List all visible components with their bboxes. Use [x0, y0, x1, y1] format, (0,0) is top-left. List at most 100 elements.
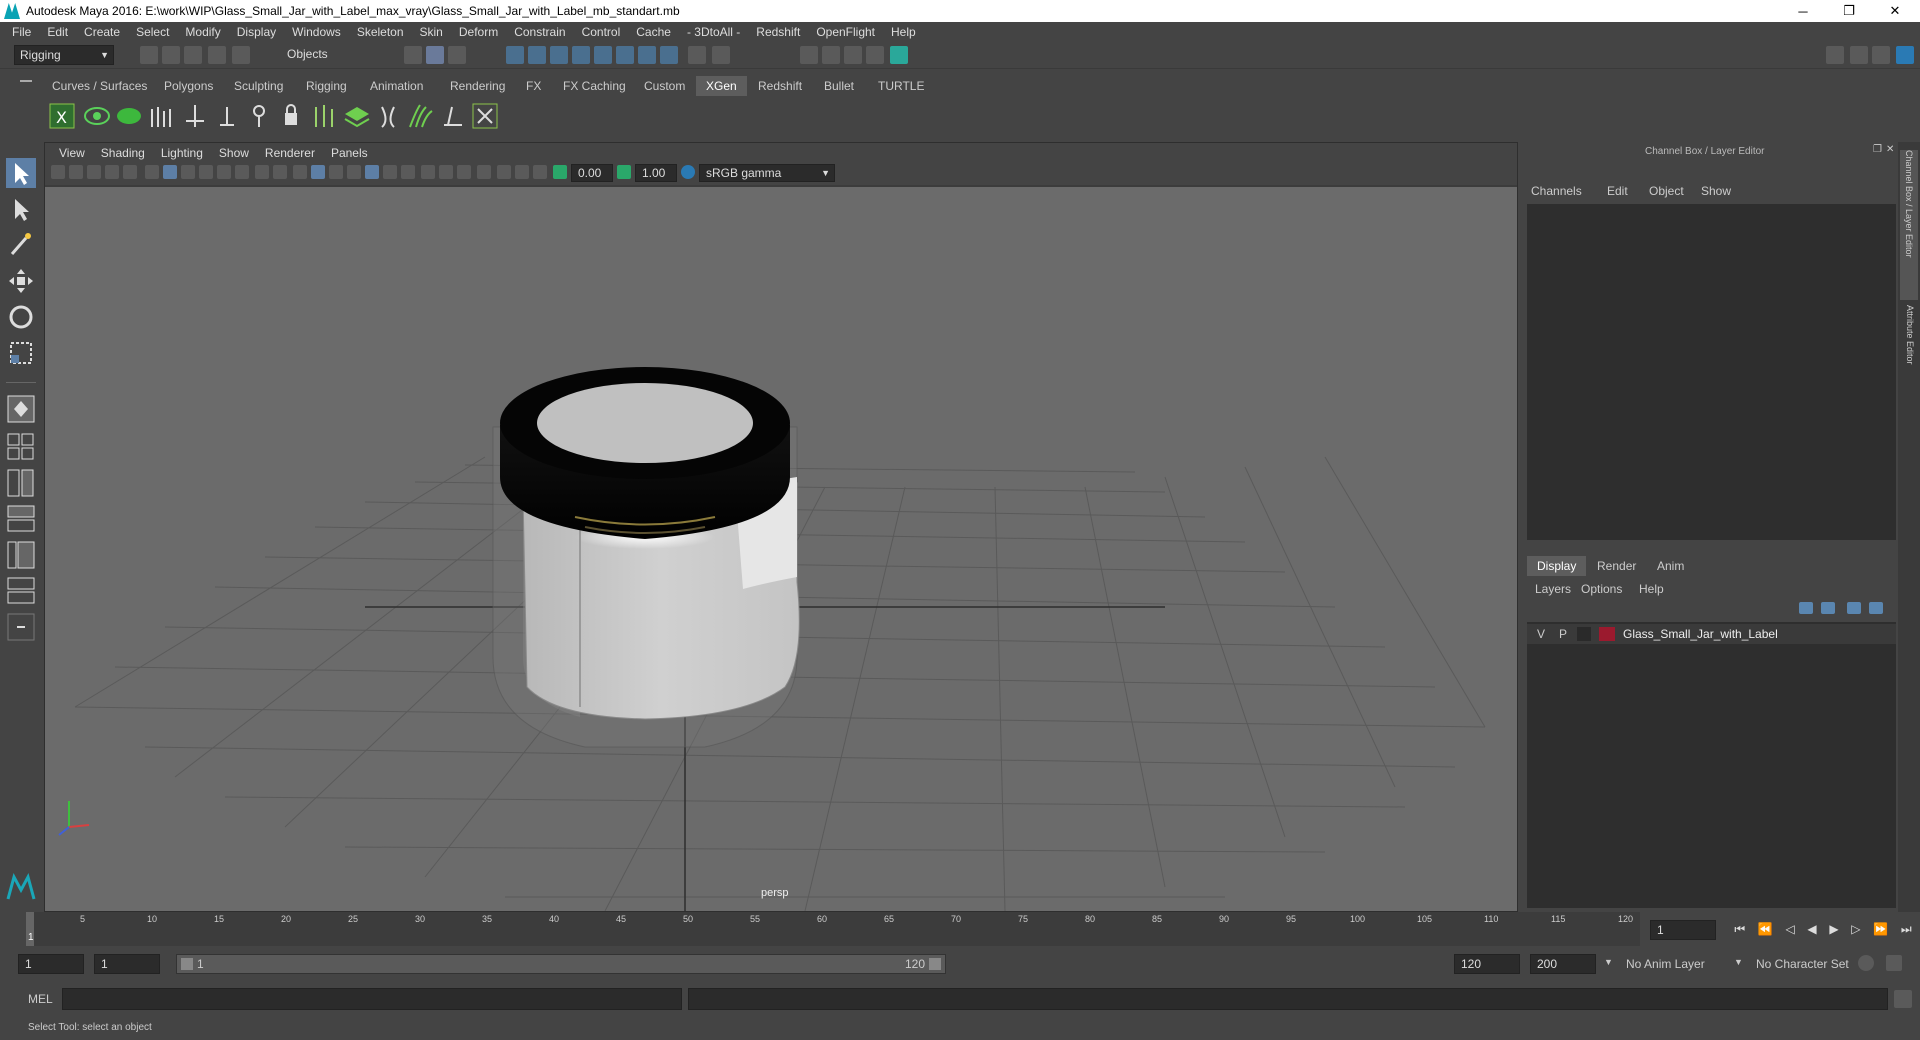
grease-pencil-icon[interactable]	[145, 165, 159, 179]
ambient-occlusion-icon[interactable]	[421, 165, 435, 179]
groom-cut-icon[interactable]	[470, 101, 500, 131]
film-gate-icon[interactable]	[181, 165, 195, 179]
tab-fx[interactable]: FX	[516, 76, 551, 96]
range-start-handle[interactable]	[181, 958, 193, 970]
tab-bullet[interactable]: Bullet	[814, 76, 864, 96]
select-object-icon[interactable]	[426, 46, 444, 64]
anim-layer-dropdown[interactable]: No Anim Layer	[1622, 954, 1744, 974]
shadows-icon[interactable]	[401, 165, 415, 179]
xgen-editor-icon[interactable]: X	[48, 101, 78, 131]
open-scene-icon[interactable]	[162, 46, 180, 64]
tab-custom[interactable]: Custom	[634, 76, 695, 96]
minimize-button[interactable]: ─	[1780, 0, 1826, 22]
single-perspective-layout-icon[interactable]	[6, 394, 36, 424]
new-layer-icon[interactable]	[1847, 602, 1861, 614]
hypershade-icon[interactable]	[890, 46, 908, 64]
tab-sculpting[interactable]: Sculpting	[224, 76, 293, 96]
camera-attributes-icon[interactable]	[51, 165, 65, 179]
shelf-menu-icon[interactable]	[20, 80, 32, 82]
anti-aliasing-icon[interactable]	[457, 165, 471, 179]
play-forward-icon[interactable]: ▶	[1829, 922, 1838, 940]
tab-display[interactable]: Display	[1527, 556, 1587, 576]
four-view-layout-icon[interactable]	[6, 432, 36, 462]
menu-layers[interactable]: Layers	[1535, 582, 1571, 596]
menu-edit[interactable]: Edit	[39, 25, 76, 39]
guide-length-icon[interactable]	[212, 101, 242, 131]
wireframe-on-shaded-icon[interactable]	[347, 165, 361, 179]
layer-row[interactable]: V P Glass_Small_Jar_with_Label	[1527, 624, 1896, 644]
groom-brush-icon[interactable]	[438, 101, 468, 131]
smooth-shade-icon[interactable]	[311, 165, 325, 179]
safe-action-icon[interactable]	[255, 165, 269, 179]
menu-skeleton[interactable]: Skeleton	[349, 25, 412, 39]
select-guide-icon[interactable]	[180, 101, 210, 131]
persp-hypershade-layout-icon[interactable]	[6, 540, 36, 570]
play-backward-icon[interactable]: ◀	[1807, 922, 1816, 940]
vp-menu-lighting[interactable]: Lighting	[153, 146, 211, 160]
new-layer-selected-icon[interactable]	[1869, 602, 1883, 614]
attribute-editor-toggle-icon[interactable]	[1872, 46, 1890, 64]
close-panel-icon[interactable]: ✕	[1886, 144, 1894, 155]
color-management-icon[interactable]	[681, 165, 695, 179]
select-hierarchy-icon[interactable]	[404, 46, 422, 64]
vp-menu-shading[interactable]: Shading	[93, 146, 153, 160]
anim-end-field[interactable]: 200	[1530, 954, 1596, 974]
chevron-down-icon[interactable]: ▼	[1604, 957, 1613, 967]
snap-edge-icon[interactable]	[638, 46, 656, 64]
go-to-end-icon[interactable]: ⏭	[1901, 922, 1912, 940]
tab-animation[interactable]: Animation	[360, 76, 433, 96]
channel-box-toggle-icon[interactable]	[1850, 46, 1868, 64]
outliner-persp-layout-icon[interactable]	[6, 576, 36, 606]
menu-layer-help[interactable]: Help	[1639, 582, 1664, 596]
undo-icon[interactable]	[208, 46, 226, 64]
animation-prefs-icon[interactable]	[1886, 955, 1902, 971]
xray-icon[interactable]	[515, 165, 529, 179]
vp-menu-panels[interactable]: Panels	[323, 146, 376, 160]
select-tool-icon[interactable]	[6, 158, 36, 188]
tab-turtle[interactable]: TURTLE	[868, 76, 934, 96]
tool-settings-toggle-icon[interactable]	[1896, 46, 1914, 64]
menu-control[interactable]: Control	[574, 25, 629, 39]
guide-lock-icon[interactable]	[276, 101, 306, 131]
close-button[interactable]: ✕	[1872, 0, 1918, 22]
history-icon[interactable]	[712, 46, 730, 64]
menu-modify[interactable]: Modify	[177, 25, 228, 39]
redo-icon[interactable]	[232, 46, 250, 64]
menu-redshift[interactable]: Redshift	[748, 25, 808, 39]
lasso-tool-icon[interactable]	[6, 194, 36, 224]
vp-menu-view[interactable]: View	[51, 146, 93, 160]
field-chart-icon[interactable]	[235, 165, 249, 179]
safe-title-icon[interactable]	[273, 165, 287, 179]
side-tab-attribute-editor[interactable]: Attribute Editor	[1900, 305, 1918, 406]
layer-color-swatch[interactable]	[1599, 627, 1615, 641]
step-back-frame-icon[interactable]: ◁	[1785, 922, 1794, 940]
isolate-select-icon[interactable]	[497, 165, 511, 179]
exposure-icon[interactable]	[553, 165, 567, 179]
add-guide-icon[interactable]	[146, 101, 176, 131]
menu-deform[interactable]: Deform	[451, 25, 506, 39]
layer-playback-toggle[interactable]: P	[1555, 627, 1571, 641]
command-input[interactable]	[62, 988, 682, 1010]
render-current-icon[interactable]	[822, 46, 840, 64]
xgen-layers-icon[interactable]	[342, 101, 372, 131]
guide-shape-icon[interactable]	[244, 101, 274, 131]
move-layer-down-icon[interactable]	[1821, 602, 1835, 614]
guide-ground-icon[interactable]	[310, 101, 340, 131]
tab-rigging[interactable]: Rigging	[296, 76, 357, 96]
scale-tool-icon[interactable]	[6, 338, 36, 368]
snap-view-icon[interactable]	[572, 46, 590, 64]
gamma-field[interactable]: 1.00	[635, 164, 677, 182]
paint-select-icon[interactable]	[6, 230, 36, 260]
snap-vertex-icon[interactable]	[616, 46, 634, 64]
menu-create[interactable]: Create	[76, 25, 128, 39]
tab-render[interactable]: Render	[1589, 556, 1644, 576]
persp-outliner-layout-icon[interactable]	[6, 468, 36, 498]
menu-channels[interactable]: Channels	[1531, 184, 1582, 198]
persp-graph-layout-icon[interactable]	[6, 504, 36, 534]
grid-toggle-icon[interactable]	[163, 165, 177, 179]
anim-start-field[interactable]: 1	[94, 954, 160, 974]
side-tab-channel-box[interactable]: Channel Box / Layer Editor	[1900, 150, 1918, 300]
step-forward-key-icon[interactable]: ⏩	[1873, 922, 1888, 940]
time-slider[interactable]: 1 5 10 15 20 25 30 35 40 45 50 55 60 65 …	[0, 912, 1920, 948]
ipr-render-icon[interactable]	[844, 46, 862, 64]
